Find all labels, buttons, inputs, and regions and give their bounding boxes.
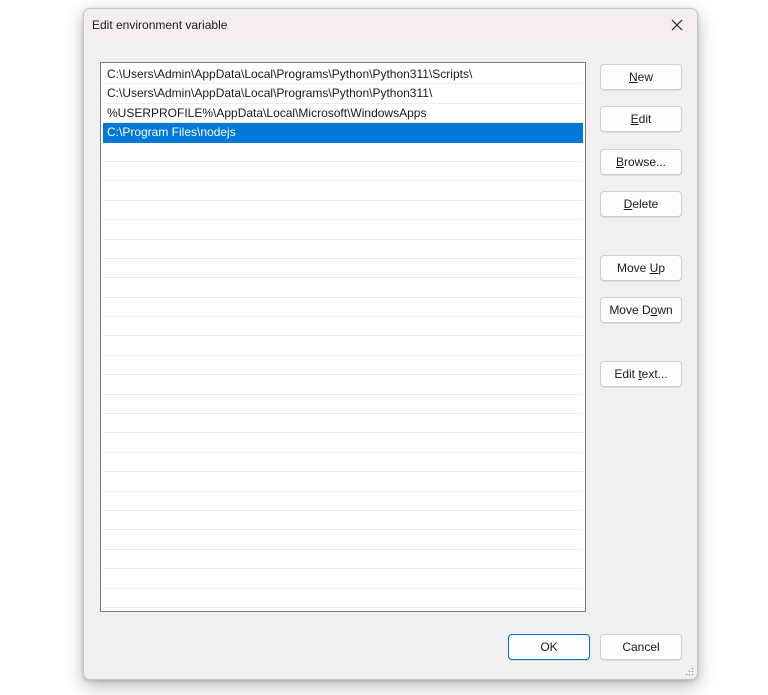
- edit-button-label: Edit: [630, 112, 652, 126]
- list-item[interactable]: [103, 453, 583, 473]
- list-item[interactable]: [103, 375, 583, 395]
- list-item[interactable]: [103, 589, 583, 608]
- move-down-button-label: Move Down: [609, 303, 673, 317]
- list-item[interactable]: [103, 259, 583, 279]
- list-item[interactable]: [103, 240, 583, 259]
- list-item[interactable]: [103, 298, 583, 318]
- delete-button[interactable]: Delete: [600, 191, 682, 217]
- list-item[interactable]: [103, 414, 583, 434]
- list-item[interactable]: [103, 317, 583, 337]
- list-item[interactable]: [103, 181, 583, 201]
- list-item[interactable]: [103, 220, 583, 240]
- list-item[interactable]: [103, 395, 583, 415]
- ok-button[interactable]: OK: [508, 634, 590, 660]
- resize-grip-icon[interactable]: [684, 666, 694, 676]
- list-item[interactable]: [103, 336, 583, 356]
- list-item[interactable]: [103, 530, 583, 550]
- new-button-label: New: [628, 70, 653, 84]
- cancel-button[interactable]: Cancel: [600, 634, 682, 660]
- list-rows: C:\Users\Admin\AppData\Local\Programs\Py…: [103, 65, 583, 608]
- move-down-button[interactable]: Move Down: [600, 297, 682, 323]
- browse-button[interactable]: Browse...: [600, 149, 682, 175]
- move-up-button[interactable]: Move Up: [600, 255, 682, 281]
- ok-button-label: OK: [540, 640, 558, 654]
- close-icon: [671, 19, 683, 31]
- list-item[interactable]: [103, 511, 583, 531]
- title-bar[interactable]: Edit environment variable: [84, 9, 697, 41]
- dialog-title: Edit environment variable: [92, 18, 228, 32]
- list-item[interactable]: [103, 278, 583, 298]
- edit-env-var-dialog: Edit environment variable C:\Users\Admin…: [83, 8, 698, 680]
- list-item[interactable]: [103, 162, 583, 182]
- list-item[interactable]: [103, 201, 583, 221]
- list-item[interactable]: [103, 569, 583, 589]
- list-item[interactable]: %USERPROFILE%\AppData\Local\Microsoft\Wi…: [103, 104, 583, 124]
- browse-button-label: Browse...: [615, 155, 667, 169]
- list-item[interactable]: C:\Users\Admin\AppData\Local\Programs\Py…: [103, 84, 583, 104]
- edit-button[interactable]: Edit: [600, 106, 682, 132]
- delete-button-label: Delete: [623, 197, 659, 211]
- list-item[interactable]: [103, 356, 583, 376]
- list-item[interactable]: C:\Users\Admin\AppData\Local\Programs\Py…: [103, 65, 583, 85]
- new-button[interactable]: New: [600, 64, 682, 90]
- list-item[interactable]: C:\Program Files\nodejs: [103, 123, 583, 143]
- list-item[interactable]: [103, 143, 583, 162]
- edit-text-button[interactable]: Edit text...: [600, 361, 682, 387]
- move-up-button-label: Move Up: [616, 261, 666, 275]
- list-item[interactable]: [103, 550, 583, 570]
- edit-text-button-label: Edit text...: [614, 367, 668, 381]
- path-entries-list[interactable]: C:\Users\Admin\AppData\Local\Programs\Py…: [100, 62, 586, 612]
- list-item[interactable]: [103, 472, 583, 492]
- list-item[interactable]: [103, 492, 583, 511]
- cancel-button-label: Cancel: [622, 640, 660, 654]
- close-button[interactable]: [657, 9, 697, 41]
- list-item[interactable]: [103, 433, 583, 453]
